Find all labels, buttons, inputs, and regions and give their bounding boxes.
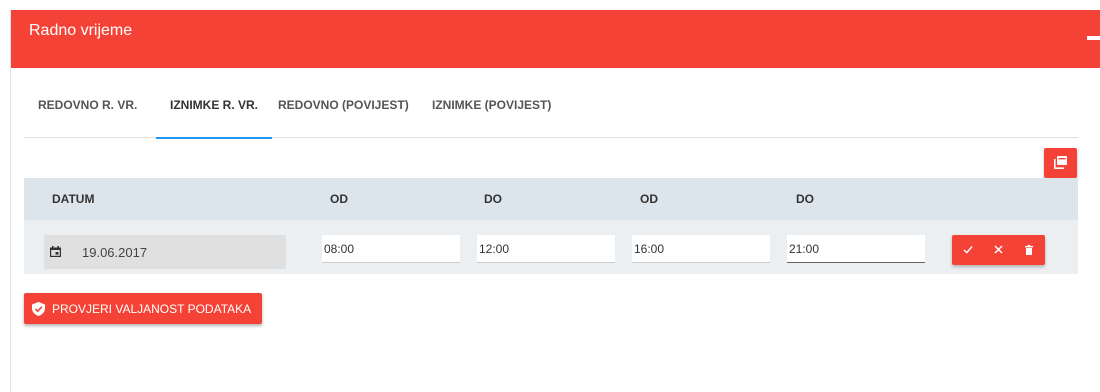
row-actions — [952, 235, 1045, 265]
copy-icon — [1054, 156, 1067, 169]
tab-bar: REDOVNO R. VR. IZNIMKE R. VR. REDOVNO (P… — [24, 96, 1078, 139]
header-datum: DATUM — [52, 192, 95, 206]
copy-button[interactable] — [1044, 148, 1077, 178]
close-icon — [994, 245, 1003, 254]
do-2-value: 21:00 — [789, 242, 820, 256]
panel-header: Radno vrijeme — [11, 10, 1100, 68]
trash-icon — [1025, 245, 1033, 255]
exceptions-table: DATUM OD DO OD DO 19.06.2017 08:00 12:00… — [24, 178, 1078, 274]
od-2-input[interactable]: 16:00 — [632, 235, 770, 263]
tab-iznimke-povijest[interactable]: IZNIMKE (POVIJEST) — [432, 96, 551, 138]
date-field[interactable]: 19.06.2017 — [44, 235, 286, 269]
minus-icon[interactable] — [1087, 36, 1100, 40]
od-2-value: 16:00 — [634, 242, 665, 256]
tab-redovno-r-vr[interactable]: REDOVNO R. VR. — [38, 96, 137, 138]
date-value: 19.06.2017 — [82, 245, 148, 260]
header-od-1: OD — [330, 192, 348, 206]
tab-redovno-povijest[interactable]: REDOVNO (POVIJEST) — [278, 96, 409, 138]
header-od-2: OD — [640, 192, 658, 206]
do-2-input[interactable]: 21:00 — [787, 235, 925, 263]
do-1-input[interactable]: 12:00 — [477, 235, 615, 263]
confirm-button[interactable] — [952, 235, 983, 265]
cancel-button[interactable] — [983, 235, 1014, 265]
check-icon — [963, 246, 973, 254]
tab-iznimke-r-vr[interactable]: IZNIMKE R. VR. — [155, 96, 273, 139]
header-do-1: DO — [484, 192, 502, 206]
od-1-input[interactable]: 08:00 — [322, 235, 460, 263]
header-do-2: DO — [796, 192, 814, 206]
table-header: DATUM OD DO OD DO — [24, 178, 1078, 220]
do-1-value: 12:00 — [479, 242, 510, 256]
validate-button-label: PROVJERI VALJANOST PODATAKA — [52, 302, 252, 316]
calendar-icon — [50, 246, 61, 257]
validate-data-button[interactable]: PROVJERI VALJANOST PODATAKA — [24, 293, 262, 324]
shield-check-icon — [32, 302, 45, 316]
panel-title: Radno vrijeme — [29, 22, 133, 39]
delete-button[interactable] — [1014, 235, 1045, 265]
od-1-value: 08:00 — [324, 242, 355, 256]
